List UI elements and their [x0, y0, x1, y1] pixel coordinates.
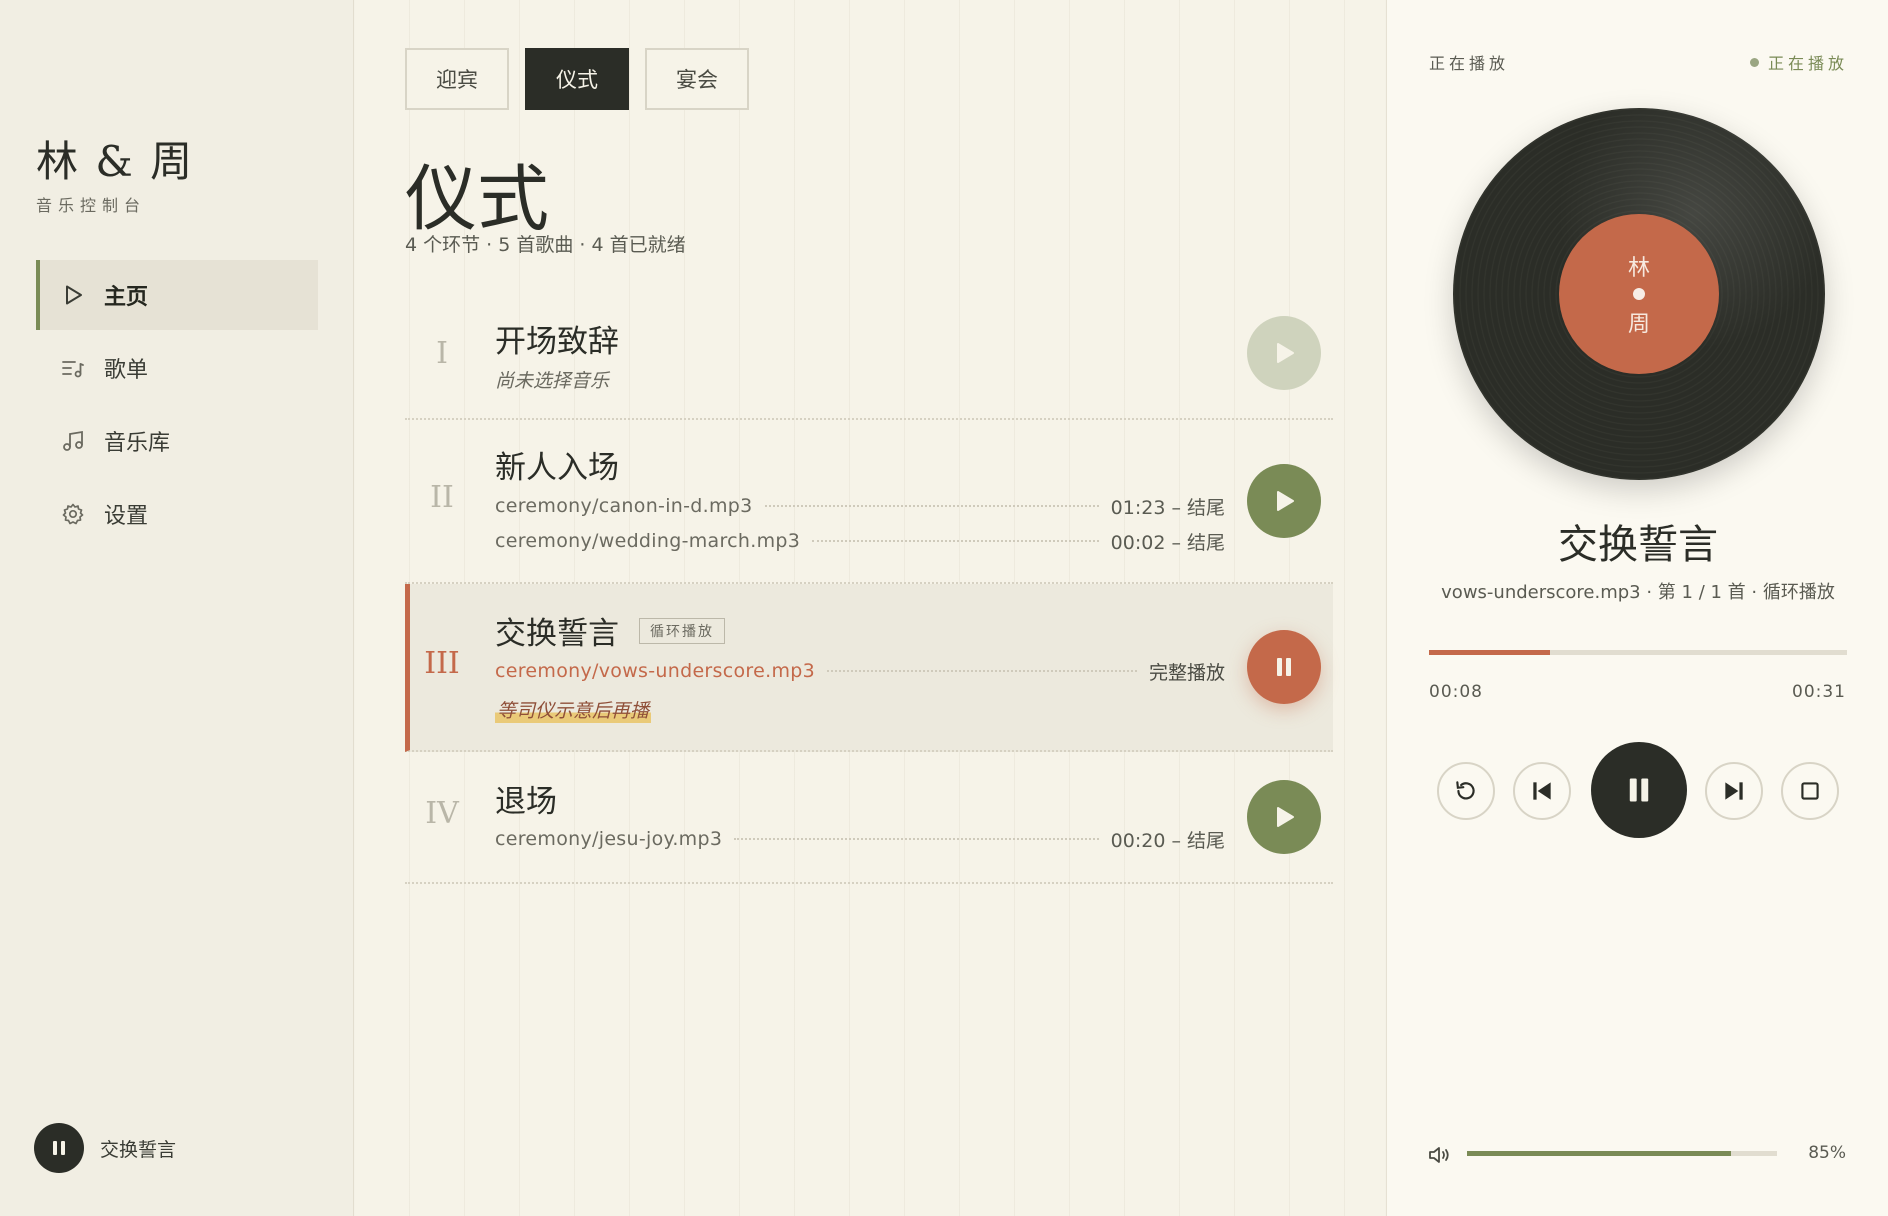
leader-line: [764, 505, 1099, 507]
sidebar-item-home[interactable]: 主页: [36, 260, 318, 330]
play-button[interactable]: [1247, 780, 1321, 854]
now-playing-panel: 正在播放 正在播放 林 周 交换誓言 vows-underscore.mp3 ·…: [1386, 0, 1888, 1216]
brand-subtitle: 音乐控制台: [36, 196, 147, 215]
now-playing-label: 正在播放: [1429, 54, 1510, 73]
volume-slider[interactable]: [1467, 1151, 1777, 1156]
section-numeral: III: [424, 646, 460, 681]
gear-icon: [60, 501, 86, 527]
track-title: 交换誓言: [1558, 522, 1718, 568]
section-recessional: IV 退场 ceremony/jesu-joy.mp3 00:20 – 结尾: [405, 752, 1333, 884]
track-row[interactable]: ceremony/wedding-march.mp3 00:02 – 结尾: [495, 528, 1225, 554]
track-file: ceremony/vows-underscore.mp3: [495, 660, 815, 682]
main-panel: 迎宾 仪式 宴会 仪式 4 个环节 · 5 首歌曲 · 4 首已就绪 I 开场致…: [355, 0, 1385, 1216]
play-button[interactable]: [1247, 316, 1321, 390]
track-meta: 完整播放: [1148, 661, 1225, 684]
sidebar-item-playlists[interactable]: 歌单: [36, 333, 318, 403]
play-icon: [1277, 491, 1294, 511]
mini-player: 交换誓言: [34, 1123, 176, 1173]
sidebar-item-settings[interactable]: 设置: [36, 479, 318, 549]
skip-forward-icon: [1725, 782, 1743, 800]
sidebar-item-label: 设置: [104, 504, 149, 529]
section-numeral: IV: [425, 796, 459, 831]
sidebar: 林 & 周 音乐控制台 主页 歌单 音乐库 设置 交换誓言: [0, 0, 354, 1216]
playlist-icon: [60, 355, 86, 381]
leader-line: [827, 670, 1137, 672]
section-numeral: I: [436, 336, 448, 371]
section-numeral: II: [430, 480, 454, 515]
volume-icon[interactable]: [1427, 1144, 1453, 1166]
tab-ceremony[interactable]: 仪式: [525, 48, 629, 110]
track-meta: 00:20 – 结尾: [1110, 829, 1225, 852]
progress-fill: [1429, 650, 1551, 655]
volume-percent: 85%: [1808, 1143, 1846, 1163]
track-row[interactable]: ceremony/vows-underscore.mp3 完整播放: [495, 658, 1225, 684]
pause-icon: [1277, 658, 1291, 676]
sidebar-item-label: 音乐库: [104, 431, 171, 456]
mini-pause-button[interactable]: [34, 1123, 84, 1173]
page-subtitle: 4 个环节 · 5 首歌曲 · 4 首已就绪: [405, 234, 686, 256]
track-file: ceremony/canon-in-d.mp3: [495, 495, 753, 517]
skip-back-icon: [1533, 782, 1551, 800]
vinyl-label-bottom: 周: [1627, 312, 1650, 337]
tab-welcome[interactable]: 迎宾: [405, 48, 509, 110]
section-vows: III 交换誓言 循环播放 ceremony/vows-underscore.m…: [405, 584, 1333, 752]
play-button[interactable]: [1247, 464, 1321, 538]
current-time: 00:08: [1429, 682, 1483, 702]
track-file: ceremony/wedding-march.mp3: [495, 530, 801, 552]
status-text: 正在播放: [1767, 54, 1848, 73]
previous-button[interactable]: [1513, 762, 1571, 820]
leader-line: [734, 838, 1099, 840]
sidebar-item-library[interactable]: 音乐库: [36, 406, 318, 476]
play-icon: [1277, 343, 1294, 363]
stop-icon: [1801, 782, 1819, 800]
sidebar-nav: 主页 歌单 音乐库 设置: [36, 260, 318, 552]
total-time: 00:31: [1792, 682, 1846, 702]
track-row[interactable]: ceremony/jesu-joy.mp3 00:20 – 结尾: [495, 826, 1225, 852]
loop-badge: 循环播放: [639, 618, 725, 644]
section-title: 开场致辞: [495, 324, 619, 360]
replay-icon: [1456, 781, 1475, 800]
next-button[interactable]: [1705, 762, 1763, 820]
sidebar-item-label: 歌单: [104, 358, 149, 383]
volume-fill: [1467, 1151, 1731, 1156]
status-dot-icon: [1749, 57, 1759, 67]
leader-line: [812, 540, 1099, 542]
sidebar-item-label: 主页: [104, 285, 149, 310]
track-meta: 01:23 – 结尾: [1110, 496, 1225, 519]
cue-note: 等司仪示意后再播: [495, 696, 652, 723]
brand-title: 林 & 周: [36, 137, 195, 186]
mini-player-title: 交换誓言: [100, 1138, 177, 1161]
section-title: 交换誓言: [495, 616, 619, 652]
tab-banquet[interactable]: 宴会: [645, 48, 749, 110]
vinyl-label-top: 林: [1627, 256, 1650, 281]
section-title: 退场: [495, 784, 557, 820]
pause-icon: [1629, 778, 1649, 802]
track-meta: 00:02 – 结尾: [1110, 531, 1225, 554]
track-row[interactable]: ceremony/canon-in-d.mp3 01:23 – 结尾: [495, 493, 1225, 519]
empty-state-text: 尚未选择音乐: [495, 370, 610, 392]
status-badge: 正在播放: [1749, 50, 1848, 74]
vinyl-record: 林 周: [1453, 108, 1825, 480]
music-note-icon: [60, 428, 86, 454]
section-opening-speech: I 开场致辞 尚未选择音乐: [405, 296, 1333, 420]
play-icon: [1277, 807, 1294, 827]
play-outline-icon: [60, 282, 86, 308]
track-subtitle: vows-underscore.mp3 · 第 1 / 1 首 · 循环播放: [1441, 582, 1835, 603]
stop-button[interactable]: [1781, 762, 1839, 820]
progress-bar[interactable]: [1429, 650, 1847, 655]
vinyl-label: 林 周: [1559, 214, 1719, 374]
pause-icon: [53, 1141, 65, 1155]
pause-button[interactable]: [1247, 630, 1321, 704]
vinyl-center-dot: [1633, 288, 1645, 300]
event-tabs: 迎宾 仪式 宴会: [405, 48, 749, 110]
main-pause-button[interactable]: [1591, 742, 1687, 838]
replay-button[interactable]: [1437, 762, 1495, 820]
section-title: 新人入场: [495, 450, 619, 486]
track-file: ceremony/jesu-joy.mp3: [495, 828, 723, 850]
section-entrance: II 新人入场 ceremony/canon-in-d.mp3 01:23 – …: [405, 420, 1333, 584]
